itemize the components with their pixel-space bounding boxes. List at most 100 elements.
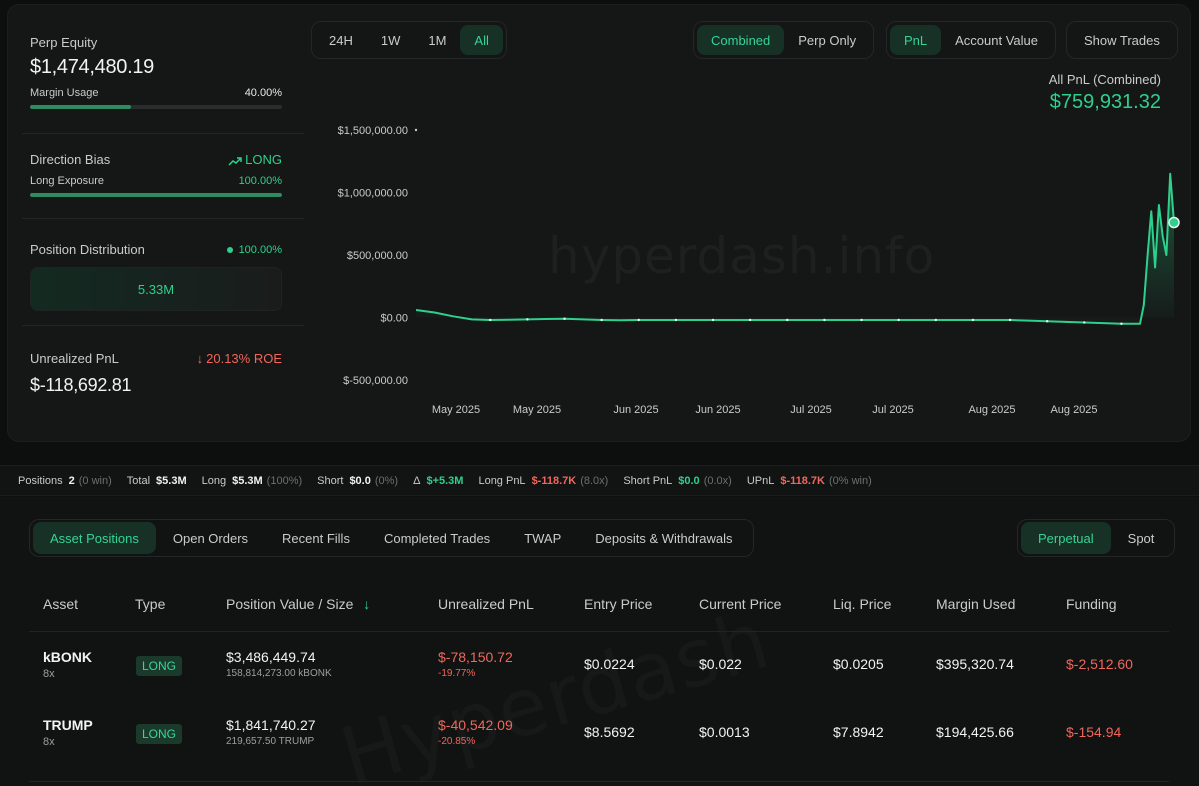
tab-recent-fills[interactable]: Recent Fills [265,522,367,554]
stat-value: $5.3M [156,474,187,487]
x-tick-label: Jun 2025 [613,404,658,416]
row-funding: $-2,512.60 [1066,656,1133,672]
stat-key: Short [317,474,344,487]
col-header-funding[interactable]: Funding [1066,596,1117,612]
positions-area: Hyperdash Asset Positions Open Orders Re… [0,497,1199,786]
metric-tabs: PnL Account Value [886,21,1057,59]
market-tabs: Perpetual Spot [1017,519,1176,557]
mode-tab-combined[interactable]: Combined [697,25,785,55]
direction-bias-indicator: LONG [228,152,282,167]
margin-usage-label: Margin Usage [30,87,99,99]
data-point [414,128,418,132]
tab-asset-positions[interactable]: Asset Positions [33,522,156,554]
stat-item: Long PnL $-118.7K (8.0x) [478,475,608,487]
summary-panel: Perp Equity $1,474,480.19 Margin Usage 4… [7,4,1191,442]
position-distribution-pct: 100.00% [238,243,282,256]
stat-item: Positions 2 (0 win) [18,475,112,487]
position-distribution-label: Position Distribution [30,242,145,257]
pnl-line [415,172,1175,325]
stat-key: Δ [413,474,421,487]
tab-twap[interactable]: TWAP [507,522,578,554]
row-size: 158,814,273.00 kBONK [226,668,332,679]
tab-completed-trades[interactable]: Completed Trades [367,522,507,554]
row-funding: $-154.94 [1066,724,1122,740]
col-header-position-value[interactable]: Position Value / Size ↓ [226,596,370,612]
col-header-liq-price[interactable]: Liq. Price [833,596,891,612]
range-tab-24h[interactable]: 24H [315,25,367,55]
table-watermark: Hyperdash [330,593,780,786]
tab-perpetual[interactable]: Perpetual [1021,522,1111,554]
divider [22,325,304,326]
col-header-unrealized-pnl[interactable]: Unrealized PnL [438,596,534,612]
row-asset-cell: kBONK 8x [43,649,92,680]
perp-equity-label: Perp Equity [30,35,98,50]
perp-equity-section: Perp Equity $1,474,480.19 Margin Usage 4… [30,35,282,109]
tab-deposits-withdrawals[interactable]: Deposits & Withdrawals [578,522,749,554]
row-asset-cell: TRUMP 8x [43,717,93,748]
long-exposure-bar-fill [30,193,282,197]
data-point [1083,321,1086,324]
stat-item: Total $5.3M [127,475,187,487]
mode-tabs: Combined Perp Only [693,21,875,59]
row-type-badge: LONG [136,656,183,676]
stat-key: Long [201,474,227,487]
stat-key: UPnL [746,474,775,487]
arrow-down-icon: ↓ [196,351,204,366]
range-tabs: 24H 1W 1M All [311,21,507,59]
long-exposure-label: Long Exposure [30,175,104,187]
divider [22,133,304,134]
col-header-asset[interactable]: Asset [43,596,78,612]
row-current-price: $0.022 [699,656,742,672]
unrealized-pnl-label: Unrealized PnL [30,351,119,366]
margin-usage-bar [30,105,282,109]
col-header-margin-used[interactable]: Margin Used [936,596,1015,612]
stat-item: Short $0.0 (0%) [317,475,398,487]
metric-tab-pnl[interactable]: PnL [890,25,942,55]
row-current-price: $0.0013 [699,724,750,740]
data-point [637,318,640,322]
data-point [860,318,863,322]
col-header-entry-price[interactable]: Entry Price [584,596,652,612]
row-leverage: 8x [43,668,55,680]
unrealized-pnl-value: $-118,692.81 [30,375,132,395]
data-point [1008,318,1012,322]
long-exposure-value: 100.00% [238,175,282,187]
range-tab-all[interactable]: All [460,25,503,55]
x-tick-label: Jul 2025 [872,404,914,416]
account-summary: Perp Equity $1,474,480.19 Margin Usage 4… [8,5,308,443]
data-point [526,318,529,321]
position-distribution-amount: 5.33M [137,281,175,297]
table-bottom-divider [29,781,1169,782]
row-liq-price: $7.8942 [833,724,884,740]
stat-meta: (0 win) [78,474,112,487]
stat-value: 2 [68,474,75,487]
mode-tab-perp-only[interactable]: Perp Only [784,25,870,55]
latest-point-marker[interactable] [1168,216,1180,229]
stat-meta: (0% win) [829,474,872,487]
stat-item: Long $5.3M (100%) [202,475,303,487]
col-header-current-price[interactable]: Current Price [699,596,781,612]
positions-stats-bar: Positions 2 (0 win) Total $5.3M Long $5.3M (100… [0,465,1199,496]
long-exposure-bar [30,193,282,197]
y-tick-label: $1,500,000.00 [338,125,408,137]
row-value: $1,841,740.27 [226,717,316,733]
row-upnl: $-78,150.72 [438,649,513,665]
show-trades-button[interactable]: Show Trades [1070,25,1174,55]
tab-spot[interactable]: Spot [1111,522,1172,554]
data-point [600,318,603,322]
unrealized-pnl-section: Unrealized PnL ↓ 20.13% ROE $-118,692.81 [30,351,282,396]
range-tab-1m[interactable]: 1M [414,25,460,55]
range-tab-1w[interactable]: 1W [367,25,415,55]
row-upnl-pct: -19.77% [438,668,476,679]
col-header-type[interactable]: Type [135,596,165,612]
row-upnl: $-40,542.09 [438,717,513,733]
metric-tab-account-value[interactable]: Account Value [941,25,1052,55]
row-type-badge: LONG [136,724,183,744]
stat-key: Short PnL [623,474,673,487]
position-distribution-bar[interactable]: 5.33M [30,267,282,311]
data-point [748,318,752,322]
tab-open-orders[interactable]: Open Orders [156,522,265,554]
show-trades-group: Show Trades [1066,21,1178,59]
x-tick-label: Jul 2025 [790,404,832,416]
row-upnl-cell: $-78,150.72 -19.77% [438,649,513,679]
